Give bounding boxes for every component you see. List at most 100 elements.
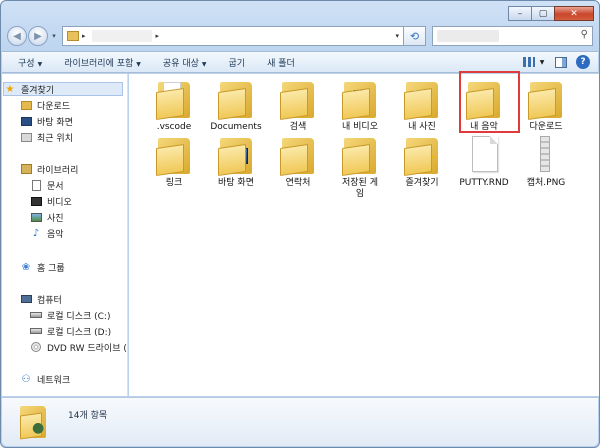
magnifier-folder-icon: ⚲ [278,78,318,120]
include-library-label: 라이브러리에 포함 [64,58,134,69]
minimize-button[interactable]: – [508,6,532,21]
forward-arrow-icon: ▶ [34,30,42,42]
search-icon[interactable]: ⚲ [581,29,588,40]
file-item[interactable]: 내 비디오 [327,78,393,133]
nav-local-disk-d[interactable]: 로컬 디스크 (D:) [30,324,111,338]
address-bar[interactable]: ▸ ▸ ▾ [62,26,404,46]
spade-folder-icon: ♠ [340,134,380,176]
nav-favorites-label: 즐겨찾기 [21,85,55,96]
explorer-window: – ▢ ✕ ◀ ▶ ▾ ▸ ▸ ▾ ⟲ ⚲ 구성 ▼ 라이브러리에 포함 ▼ 공유 … [0,0,600,448]
preview-pane-icon [555,56,567,68]
breadcrumb-segment[interactable] [91,30,152,42]
nav-libraries[interactable]: 라이브러리 [20,162,78,176]
file-list: .vscodeDocuments⚲검색내 비디오내 사진♪내 음악⬇다운로드⬈링… [129,71,599,396]
recent-pages-dropdown[interactable]: ▾ [49,32,59,40]
nav-videos[interactable]: 비디오 [30,194,72,208]
change-view-button[interactable] [522,55,536,69]
nav-recent-label: 최근 위치 [37,133,73,144]
file-item-label: 바탕 화면 [218,178,254,188]
nav-dvd-label: DVD RW 드라이브 ( [47,343,127,354]
file-item[interactable]: ⬇ 다운로드 [513,78,579,133]
forward-button[interactable]: ▶ [28,26,48,46]
back-button[interactable]: ◀ [7,26,27,46]
nav-downloads[interactable]: 다운로드 [20,98,70,112]
file-item[interactable]: Documents [203,78,269,133]
file-item[interactable]: ★ 즐겨찾기 [389,134,455,189]
nav-music-label: 음악 [47,229,64,240]
preview-pane-button[interactable] [554,55,568,69]
maximize-button[interactable]: ▢ [531,6,555,21]
nav-homegroup[interactable]: ❀ 홈 그룹 [20,260,65,274]
dvd-icon [30,342,42,353]
caption-buttons: – ▢ ✕ [508,6,594,21]
file-item-label: PUTTY.RND [459,178,509,188]
nav-dvd-drive[interactable]: DVD RW 드라이브 ( [30,340,127,354]
file-icon [464,134,504,176]
nav-computer-label: 컴퓨터 [37,295,62,306]
nav-documents[interactable]: 문서 [30,178,64,192]
close-button[interactable]: ✕ [554,6,594,21]
file-item[interactable]: ♠저장된 게임 [327,134,393,200]
videos-icon [30,196,42,207]
nav-disk-c-label: 로컬 디스크 (C:) [47,311,111,322]
nav-recent-places[interactable]: 최근 위치 [20,130,73,144]
folder-icon [67,31,79,41]
file-item-label: 캡처.PNG [526,178,566,188]
search-input[interactable]: ⚲ [432,26,593,46]
share-with-menu[interactable]: 공유 대상 ▼ [163,56,207,69]
nav-music[interactable]: ♪ 음악 [30,226,64,240]
file-item[interactable]: 내 사진 [389,78,455,133]
file-item[interactable]: ⬈ 링크 [141,134,207,189]
file-item[interactable]: ⚲ 검색 [265,78,331,133]
view-dropdown-button[interactable]: ▼ [538,55,546,69]
file-item[interactable]: 연락처 [265,134,331,189]
nav-libraries-label: 라이브러리 [37,165,79,176]
nav-network-label: 네트워크 [37,375,71,386]
search-placeholder [437,30,499,42]
breadcrumb-arrow-icon[interactable]: ▸ [156,32,160,40]
nav-desktop[interactable]: 바탕 화면 [20,114,73,128]
navigation-pane: ★ 즐겨찾기 다운로드 바탕 화면 최근 위치 라이브러리 문서 비디오 사진 … [2,74,128,396]
file-item-label: 검색 [289,122,307,132]
contacts-folder-icon: ● [20,406,50,440]
file-item-label: .vscode [156,122,192,132]
nav-downloads-label: 다운로드 [37,101,71,112]
new-folder-button[interactable]: 새 폴더 [267,56,295,69]
nav-homegroup-label: 홈 그룹 [37,263,65,274]
file-item-label: 링크 [165,178,183,188]
nav-disk-d-label: 로컬 디스크 (D:) [47,327,112,338]
nav-favorites[interactable]: ★ 즐겨찾기 [3,82,123,96]
refresh-button[interactable]: ⟲ [404,26,426,46]
desktop-folder-icon [216,134,256,176]
hard-disk-icon [30,310,42,321]
file-item[interactable]: PUTTY.RND [451,134,517,189]
include-in-library-menu[interactable]: 라이브러리에 포함 ▼ [64,56,141,69]
breadcrumb-arrow-icon[interactable]: ▸ [82,32,86,40]
link-arrow-folder-icon: ⬈ [154,134,194,176]
nav-local-disk-c[interactable]: 로컬 디스크 (C:) [30,308,110,322]
file-item-label: 저장된 게임 [342,178,378,199]
help-button[interactable]: ? [576,55,590,69]
details-pane: ● 14개 항목 [2,397,598,446]
view-options-icon [523,57,535,67]
nav-desktop-label: 바탕 화면 [37,117,73,128]
music-note-icon: ♪ [32,227,40,239]
file-item[interactable]: .vscode [141,78,207,133]
file-item[interactable]: 바탕 화면 [203,134,269,189]
nav-computer[interactable]: 컴퓨터 [20,292,62,306]
nav-pictures[interactable]: 사진 [30,210,64,224]
file-item[interactable]: 캡처.PNG [513,134,579,189]
documents-icon [30,179,42,191]
organize-menu[interactable]: 구성 ▼ [18,56,42,69]
address-dropdown-icon[interactable]: ▾ [395,32,399,40]
nav-network[interactable]: ⚇ 네트워크 [20,372,71,386]
toolbar-right: ▼ ? [514,55,590,69]
item-count: 14개 항목 [68,411,108,421]
homegroup-icon: ❀ [21,261,31,273]
navigation-bar: ◀ ▶ ▾ ▸ ▸ ▾ ⟲ ⚲ [7,25,593,47]
selection-highlight-box [459,71,520,133]
downloads-icon [20,100,32,111]
image-file-icon [526,134,566,176]
burn-button[interactable]: 굽기 [229,56,246,69]
network-icon: ⚇ [21,373,31,385]
